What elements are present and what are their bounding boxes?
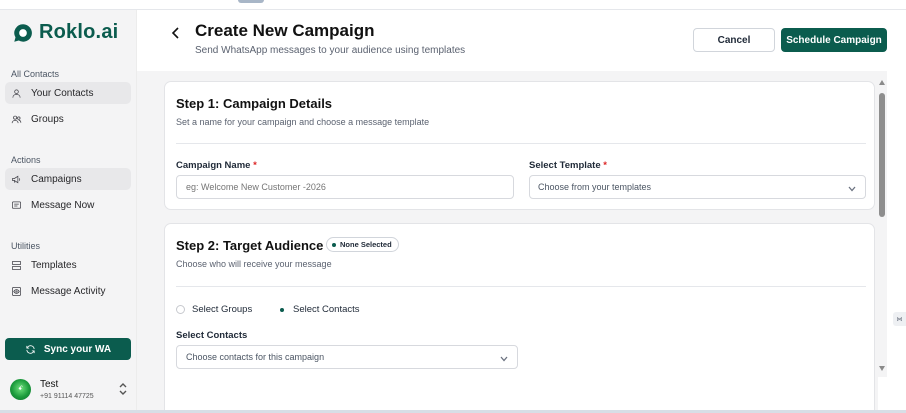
contacts-select-placeholder: Choose contacts for this campaign: [186, 352, 325, 362]
sidebar-item-templates[interactable]: Templates: [5, 254, 131, 276]
section-label-actions: Actions: [11, 155, 41, 165]
sidebar-item-message-now[interactable]: Message Now: [5, 194, 131, 216]
tab-indicator: [238, 0, 264, 3]
step2-title: Step 2: Target Audience: [176, 238, 324, 253]
select-template-label-text: Select Template: [529, 160, 601, 171]
status-badge-label: None Selected: [340, 240, 392, 249]
select-contacts-label: Select Contacts: [176, 330, 248, 341]
cancel-button[interactable]: Cancel: [693, 28, 775, 52]
status-badge: None Selected: [326, 237, 399, 252]
sidebar-item-your-contacts[interactable]: Your Contacts: [5, 82, 131, 104]
radio-select-groups[interactable]: Select Groups: [176, 304, 252, 315]
right-margin: [887, 71, 906, 410]
radio-label: Select Groups: [192, 304, 253, 315]
user-icon: [12, 88, 21, 98]
page-title: Create New Campaign: [195, 21, 375, 40]
radio-circle-selected[interactable]: [277, 305, 286, 314]
divider: [176, 286, 866, 287]
sidebar-item-label: Templates: [31, 259, 77, 271]
select-template-label: Select Template *: [529, 160, 607, 171]
sidebar-item-groups[interactable]: Groups: [5, 108, 131, 130]
megaphone-icon: [12, 175, 21, 183]
templates-icon: [12, 260, 21, 270]
template-select[interactable]: Choose from your templates: [529, 175, 866, 199]
step1-title: Step 1: Campaign Details: [176, 96, 333, 111]
schedule-campaign-button[interactable]: Schedule Campaign: [781, 28, 887, 52]
chevron-down-icon: [500, 354, 508, 362]
sidebar-item-campaigns[interactable]: Campaigns: [5, 168, 131, 190]
sidebar-item-label: Message Activity: [31, 285, 106, 297]
user-name: Test: [40, 378, 59, 390]
sidebar-item-label: Groups: [31, 113, 64, 125]
brand-name: Roklo.ai: [39, 21, 119, 43]
sync-wa-label: Sync your WA: [43, 343, 112, 355]
sidebar-item-label: Your Contacts: [31, 87, 94, 99]
chevron-down-icon: [848, 184, 856, 192]
campaign-name-label: Campaign Name *: [176, 160, 257, 171]
main-content[interactable]: Step 1: Campaign Details Set a name for …: [137, 71, 878, 410]
divider: [176, 143, 866, 144]
radio-circle[interactable]: [176, 305, 185, 314]
radio-label: Select Contacts: [293, 304, 360, 315]
target-audience-card: Step 2: Target Audience None Selected Ch…: [164, 223, 875, 410]
avatar: ꗃ: [10, 378, 31, 400]
user-info: Test +91 91114 47725: [40, 379, 94, 400]
chat-bubble-logo-icon: [14, 23, 32, 42]
status-dot: [332, 242, 336, 247]
app-window: Roklo.ai All Contacts Your Contacts Grou…: [0, 0, 906, 413]
campaign-name-input[interactable]: [176, 175, 514, 199]
chevron-up-down-icon[interactable]: [118, 382, 128, 396]
page-subtitle: Send WhatsApp messages to your audience …: [195, 45, 466, 56]
back-arrow-icon[interactable]: [171, 26, 181, 39]
user-phone: +91 91114 47725: [40, 392, 94, 400]
sidebar-item-label: Message Now: [31, 199, 95, 211]
sync-wa-button[interactable]: Sync your WA: [5, 338, 131, 360]
eye-icon: [12, 286, 21, 296]
users-icon: [11, 115, 22, 123]
sidebar-item-label: Campaigns: [31, 173, 82, 185]
template-select-placeholder: Choose from your templates: [538, 182, 652, 192]
section-label-utilities: Utilities: [11, 241, 41, 251]
step1-subtitle: Set a name for your campaign and choose …: [176, 117, 430, 127]
contacts-select[interactable]: Choose contacts for this campaign: [176, 345, 518, 369]
campaign-details-card: Step 1: Campaign Details Set a name for …: [164, 81, 875, 210]
radio-select-contacts[interactable]: Select Contacts: [277, 304, 360, 315]
required-mark: *: [603, 160, 607, 171]
required-mark: *: [253, 160, 257, 171]
scroll-down-arrow-icon[interactable]: [879, 366, 885, 371]
vertical-scrollbar[interactable]: [878, 71, 887, 377]
message-icon: [12, 200, 21, 209]
user-profile[interactable]: ꗃ Test +91 91114 47725: [10, 376, 130, 402]
sidebar: Roklo.ai All Contacts Your Contacts Grou…: [0, 10, 137, 410]
side-panel-toggle-icon[interactable]: ⋈: [893, 312, 906, 326]
top-edge: [0, 0, 906, 10]
step2-subtitle: Choose who will receive your message: [176, 259, 332, 269]
refresh-icon: [26, 344, 35, 354]
section-label-all-contacts: All Contacts: [11, 69, 60, 79]
scroll-up-arrow-icon[interactable]: [879, 80, 885, 85]
logo[interactable]: Roklo.ai: [12, 21, 118, 44]
scroll-thumb[interactable]: [879, 93, 885, 217]
page-header: Create New Campaign Send WhatsApp messag…: [137, 10, 906, 71]
sidebar-item-message-activity[interactable]: Message Activity: [5, 280, 131, 302]
campaign-name-label-text: Campaign Name: [176, 160, 251, 171]
